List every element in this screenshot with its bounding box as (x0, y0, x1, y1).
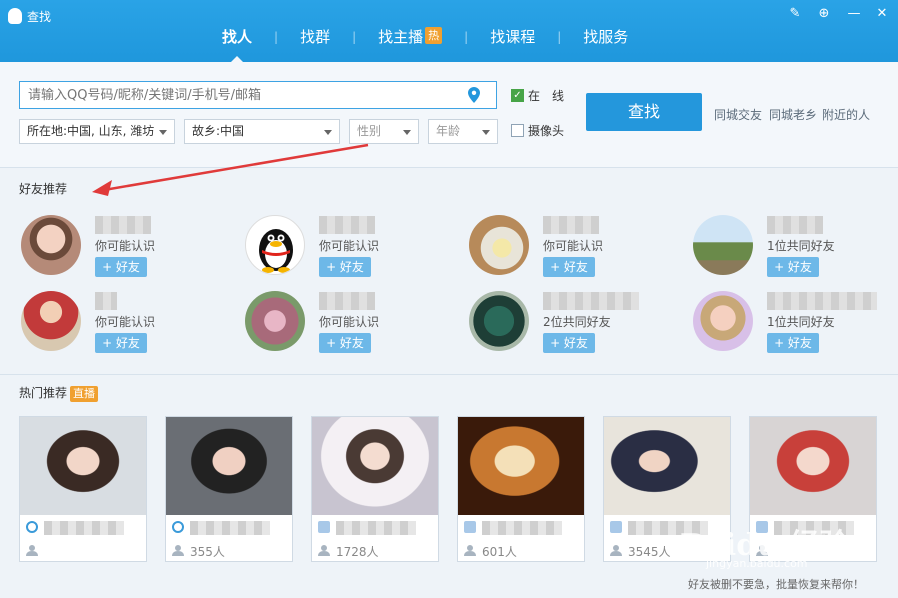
friend-reason: 2位共同好友 (543, 315, 611, 329)
add-friend-button[interactable]: + 好友 (319, 257, 371, 277)
avatar[interactable] (245, 291, 305, 351)
avatar[interactable] (469, 291, 529, 351)
live-card[interactable]: 1728人 (311, 416, 439, 562)
stream-thumbnail (166, 417, 292, 515)
friend-name-blurred (543, 216, 599, 234)
friend-card[interactable]: 你可能认识 + 好友 (469, 215, 669, 285)
friend-card[interactable]: 你可能认识 + 好友 (21, 291, 221, 361)
friend-name-blurred (95, 292, 117, 310)
friend-name-blurred (767, 292, 877, 310)
friend-name-blurred (543, 292, 639, 310)
add-friend-button[interactable]: + 好友 (543, 333, 595, 353)
friend-card[interactable]: 2位共同好友 + 好友 (469, 291, 669, 361)
friend-reason: 你可能认识 (543, 239, 604, 253)
friend-card[interactable]: 你可能认识 + 好友 (245, 291, 445, 361)
viewer-count: 1728人 (336, 545, 379, 559)
location-icon (464, 521, 476, 533)
user-icon (464, 545, 476, 556)
viewer-count: 355人 (190, 545, 225, 559)
stream-thumbnail (604, 417, 730, 515)
hot-rec-label: 热门推荐 (19, 386, 68, 400)
baidu-watermark-url: jingyan.baidu.com (706, 557, 808, 570)
friend-rec-title: 好友推荐 (19, 182, 68, 196)
location-icon (610, 521, 622, 533)
friend-name-blurred (95, 216, 151, 234)
stream-thumbnail (750, 417, 876, 515)
streamer-name-blurred (482, 521, 562, 535)
add-friend-button[interactable]: + 好友 (767, 333, 819, 353)
user-icon (318, 545, 330, 556)
avatar[interactable] (21, 215, 81, 275)
viewer-count: 601人 (482, 545, 517, 559)
location-icon (172, 521, 184, 533)
friend-reason: 你可能认识 (95, 315, 156, 329)
live-card[interactable]: 601人 (457, 416, 585, 562)
friend-card[interactable]: 1位共同好友 + 好友 (693, 291, 893, 361)
penguin-icon (259, 229, 293, 273)
qq-penguin-avatar[interactable] (245, 215, 305, 275)
friend-name-blurred (767, 216, 823, 234)
friend-card[interactable]: 1位共同好友 + 好友 (693, 215, 893, 285)
user-icon (172, 545, 184, 556)
friend-reason: 你可能认识 (95, 239, 156, 253)
stream-thumbnail (458, 417, 584, 515)
streamer-name-blurred (190, 521, 270, 535)
friend-reason: 你可能认识 (319, 239, 380, 253)
friend-card[interactable]: 你可能认识 + 好友 (245, 215, 445, 285)
add-friend-button[interactable]: + 好友 (543, 257, 595, 277)
live-badge: 直播 (70, 386, 99, 402)
user-icon (26, 545, 38, 556)
stream-thumbnail (312, 417, 438, 515)
friend-reason: 1位共同好友 (767, 239, 835, 253)
streamer-name-blurred (336, 521, 416, 535)
avatar[interactable] (693, 291, 753, 351)
friend-name-blurred (319, 216, 375, 234)
add-friend-button[interactable]: + 好友 (319, 333, 371, 353)
streamer-name-blurred (44, 521, 124, 535)
friend-reason: 你可能认识 (319, 315, 380, 329)
friend-name-blurred (319, 292, 375, 310)
live-card[interactable]: 355人 (165, 416, 293, 562)
avatar[interactable] (21, 291, 81, 351)
avatar[interactable] (469, 215, 529, 275)
location-icon (26, 521, 38, 533)
hot-rec-title: 热门推荐 直播 (19, 384, 99, 402)
friend-card[interactable]: 你可能认识 + 好友 (21, 215, 221, 285)
viewer-count: 3545人 (628, 545, 671, 559)
user-icon (610, 545, 622, 556)
add-friend-button[interactable]: + 好友 (95, 333, 147, 353)
friend-reason: 1位共同好友 (767, 315, 835, 329)
location-icon (318, 521, 330, 533)
live-card[interactable] (19, 416, 147, 562)
footer-promo[interactable]: 好友被删不要急，批量恢复来帮你！ (688, 576, 864, 592)
stream-thumbnail (20, 417, 146, 515)
section-divider (0, 374, 898, 375)
add-friend-button[interactable]: + 好友 (95, 257, 147, 277)
avatar[interactable] (693, 215, 753, 275)
add-friend-button[interactable]: + 好友 (767, 257, 819, 277)
